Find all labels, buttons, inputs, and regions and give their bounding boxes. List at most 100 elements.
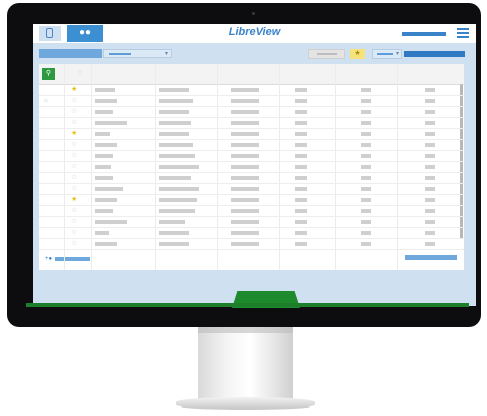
star-icon[interactable]: ☆ [71, 141, 77, 149]
star-icon[interactable]: ☆ [71, 174, 77, 182]
view-dropdown[interactable]: ▾ [372, 49, 402, 59]
star-column-icon[interactable]: ☆ [77, 70, 83, 78]
table-row[interactable]: ★ [39, 195, 464, 206]
table-row[interactable]: ⌂ ☆ [39, 96, 464, 107]
add-patient-icon[interactable]: +● [45, 255, 52, 263]
table-cell [361, 165, 371, 169]
screen-bottom-stripe [26, 303, 469, 307]
table-cell [95, 187, 123, 191]
table-cell [295, 88, 307, 92]
table-cell [361, 209, 371, 213]
search-button[interactable]: ⚲ [42, 68, 55, 80]
table-cell [159, 143, 193, 147]
filter-label [39, 49, 102, 58]
table-cell [295, 176, 307, 180]
table-cell [361, 88, 371, 92]
table-cell [95, 121, 127, 125]
table-cell [231, 99, 259, 103]
table-cell [95, 154, 113, 158]
table-row[interactable]: ★ [39, 85, 464, 96]
table-row[interactable]: ☆ [39, 217, 464, 228]
search-field[interactable] [308, 49, 345, 59]
star-icon[interactable]: ☆ [71, 119, 77, 127]
table-cell [231, 176, 259, 180]
table-cell [95, 198, 117, 202]
star-icon[interactable]: ☆ [71, 185, 77, 193]
star-icon[interactable]: ★ [71, 196, 77, 204]
table-row[interactable]: ★ [39, 129, 464, 140]
table-cell [231, 154, 259, 158]
table-row[interactable]: ☆ [39, 151, 464, 162]
table-cell [159, 88, 189, 92]
table-cell [425, 110, 435, 114]
table-row[interactable]: ☆ [39, 228, 464, 239]
neck-shadow [198, 327, 293, 333]
table-cell [425, 231, 435, 235]
filter-dropdown-value [109, 53, 131, 55]
table-cell [295, 187, 307, 191]
table-row[interactable]: ☆ [39, 173, 464, 184]
menu-icon[interactable] [457, 28, 469, 38]
table-row[interactable]: ☆ [39, 206, 464, 217]
table-cell [361, 121, 371, 125]
table-cell [361, 231, 371, 235]
table-cell [425, 198, 435, 202]
star-icon[interactable]: ☆ [71, 218, 77, 226]
table-row[interactable]: ☆ [39, 107, 464, 118]
star-icon[interactable]: ☆ [71, 152, 77, 160]
monitor-stand-neck [198, 327, 293, 399]
table-row[interactable]: ☆ [39, 239, 464, 250]
app-header: ●● LibreView [33, 24, 476, 43]
table-cell [295, 220, 307, 224]
table-cell [95, 143, 117, 147]
table-cell [159, 231, 189, 235]
table-cell [159, 220, 185, 224]
user-name-link[interactable] [402, 32, 446, 36]
table-cell [295, 198, 307, 202]
table-cell [159, 209, 195, 213]
table-cell [231, 132, 259, 136]
table-cell [159, 198, 197, 202]
table-row[interactable]: ☆ [39, 118, 464, 129]
table-cell [361, 99, 371, 103]
table-cell [231, 88, 259, 92]
favorites-filter-button[interactable]: ★ [350, 49, 365, 59]
filter-dropdown[interactable]: ▾ [103, 49, 172, 58]
view-dropdown-value [377, 53, 393, 55]
action-link[interactable] [404, 51, 465, 57]
table-cell [159, 121, 191, 125]
table-row[interactable]: ☆ [39, 184, 464, 195]
table-row[interactable]: ☆ [39, 140, 464, 151]
pagination-link[interactable] [405, 255, 457, 260]
table-cell [295, 99, 307, 103]
table-cell [231, 231, 259, 235]
table-cell [95, 176, 113, 180]
table-cell [231, 242, 259, 246]
table-cell [295, 231, 307, 235]
star-icon[interactable]: ☆ [71, 240, 77, 248]
add-patient-link[interactable] [55, 257, 90, 261]
home-icon: ⌂ [44, 98, 48, 104]
star-icon[interactable]: ★ [71, 130, 77, 138]
table-cell [159, 165, 199, 169]
table-cell [95, 209, 113, 213]
table-cell [231, 110, 259, 114]
table-cell [231, 220, 259, 224]
star-icon[interactable]: ☆ [71, 108, 77, 116]
star-icon[interactable]: ☆ [71, 163, 77, 171]
table-cell [231, 187, 259, 191]
table-cell [361, 154, 371, 158]
table-row[interactable]: ☆ [39, 162, 464, 173]
table-cell [95, 132, 110, 136]
table-cell [159, 176, 191, 180]
star-icon[interactable]: ☆ [71, 229, 77, 237]
table-cell [425, 220, 435, 224]
table-cell [295, 209, 307, 213]
star-icon[interactable]: ☆ [71, 97, 77, 105]
table-cell [95, 165, 111, 169]
app-screen: ●● LibreView ▾ ★ ▾ ⚲ ☆ +● ★ ⌂ ☆ ☆ ☆ ★ ☆ … [33, 24, 476, 306]
table-cell [295, 143, 307, 147]
star-icon[interactable]: ★ [71, 86, 77, 94]
table-cell [361, 198, 371, 202]
star-icon[interactable]: ☆ [71, 207, 77, 215]
